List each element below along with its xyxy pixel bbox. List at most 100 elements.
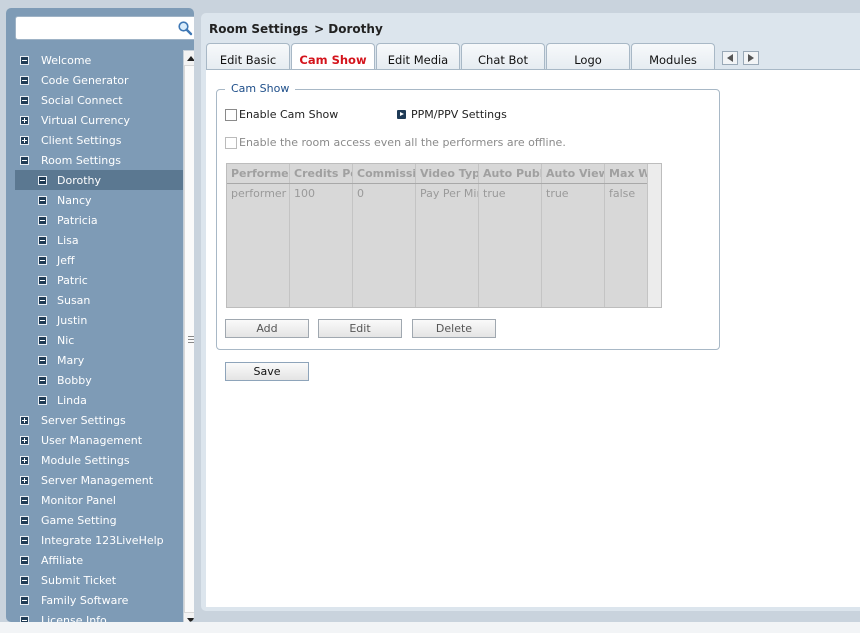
- search-input[interactable]: [20, 18, 170, 38]
- grid-cell[interactable]: true: [546, 187, 604, 200]
- ppm-ppv-settings-link[interactable]: PPM/PPV Settings: [397, 108, 507, 121]
- enable-cam-show-checkbox[interactable]: [225, 108, 237, 121]
- offline-access-label: Enable the room access even all the perf…: [239, 136, 566, 149]
- tab-scroll-left-button[interactable]: [722, 51, 738, 65]
- grid-scrollbar[interactable]: [647, 164, 661, 307]
- column-header[interactable]: Commissi: [353, 164, 416, 183]
- sidebar-item[interactable]: Monitor Panel: [15, 490, 183, 510]
- scroll-up-button[interactable]: [184, 51, 194, 65]
- expand-icon[interactable]: [20, 435, 29, 445]
- sidebar-item[interactable]: Family Software: [15, 590, 183, 610]
- tab[interactable]: Logo: [546, 43, 630, 69]
- sidebar-item[interactable]: Justin: [15, 310, 183, 330]
- save-button[interactable]: Save: [225, 362, 309, 381]
- sidebar-item[interactable]: Patric: [15, 270, 183, 290]
- collapse-icon[interactable]: [38, 195, 47, 205]
- sidebar-scrollbar[interactable]: [183, 50, 194, 622]
- add-button[interactable]: Add: [225, 319, 309, 338]
- column-header[interactable]: Performe: [227, 164, 290, 183]
- column-header[interactable]: Video Typ: [416, 164, 479, 183]
- sidebar-item-label: Module Settings: [41, 453, 130, 467]
- performers-grid[interactable]: Performe Credits Pe Commissi Video Typ Auto …: [226, 163, 662, 308]
- collapse-icon[interactable]: [20, 155, 29, 165]
- collapse-icon[interactable]: [38, 215, 47, 225]
- tab[interactable]: Edit Media: [376, 43, 460, 69]
- sidebar-item[interactable]: Module Settings: [15, 450, 183, 470]
- grid-cell[interactable]: Pay Per Mint: [420, 187, 478, 200]
- collapse-icon[interactable]: [38, 275, 47, 285]
- collapse-icon[interactable]: [20, 95, 29, 105]
- sidebar-item[interactable]: Room Settings: [15, 150, 183, 170]
- collapse-icon[interactable]: [38, 315, 47, 325]
- sidebar-item[interactable]: Welcome: [15, 50, 183, 70]
- grid-cell[interactable]: 100: [294, 187, 352, 200]
- breadcrumb-section[interactable]: Room Settings: [209, 22, 308, 36]
- collapse-icon[interactable]: [38, 255, 47, 265]
- column-header[interactable]: Credits Pe: [290, 164, 353, 183]
- delete-button[interactable]: Delete: [412, 319, 496, 338]
- sidebar-item[interactable]: Game Setting: [15, 510, 183, 530]
- sidebar-item[interactable]: Bobby: [15, 370, 183, 390]
- expand-icon[interactable]: [20, 415, 29, 425]
- collapse-icon[interactable]: [38, 335, 47, 345]
- scroll-down-button[interactable]: [184, 613, 194, 622]
- collapse-icon[interactable]: [20, 575, 29, 585]
- tab[interactable]: Chat Bot: [461, 43, 545, 69]
- sidebar-item[interactable]: Server Management: [15, 470, 183, 490]
- collapse-icon[interactable]: [20, 555, 29, 565]
- column-header[interactable]: Auto View: [542, 164, 605, 183]
- edit-button[interactable]: Edit: [318, 319, 402, 338]
- sidebar-item[interactable]: Nic: [15, 330, 183, 350]
- sidebar-item[interactable]: Virtual Currency: [15, 110, 183, 130]
- collapse-icon[interactable]: [20, 495, 29, 505]
- sidebar-item[interactable]: Nancy: [15, 190, 183, 210]
- sidebar-item[interactable]: Submit Ticket: [15, 570, 183, 590]
- expand-icon[interactable]: [20, 115, 29, 125]
- sidebar-item[interactable]: Mary: [15, 350, 183, 370]
- sidebar-item[interactable]: Integrate 123LiveHelp: [15, 530, 183, 550]
- collapse-icon[interactable]: [38, 235, 47, 245]
- grid-cell[interactable]: 0: [357, 187, 415, 200]
- collapse-icon[interactable]: [20, 515, 29, 525]
- column-header[interactable]: Auto Publ: [479, 164, 542, 183]
- sidebar-item[interactable]: Jeff: [15, 250, 183, 270]
- sidebar-item[interactable]: Linda: [15, 390, 183, 410]
- sidebar-item[interactable]: Lisa: [15, 230, 183, 250]
- tab-scroll-right-button[interactable]: [743, 51, 759, 65]
- expand-icon[interactable]: [20, 455, 29, 465]
- collapse-icon[interactable]: [20, 55, 29, 65]
- offline-access-checkbox[interactable]: [225, 136, 237, 149]
- collapse-icon[interactable]: [20, 535, 29, 545]
- sidebar-item[interactable]: Social Connect: [15, 90, 183, 110]
- sidebar-item[interactable]: Affiliate: [15, 550, 183, 570]
- expand-icon[interactable]: [20, 475, 29, 485]
- sidebar-item[interactable]: Client Settings: [15, 130, 183, 150]
- tab[interactable]: Cam Show: [291, 43, 375, 70]
- collapse-icon[interactable]: [20, 75, 29, 85]
- tab[interactable]: Modules: [631, 43, 715, 69]
- collapse-icon[interactable]: [38, 175, 47, 185]
- expand-icon[interactable]: [20, 135, 29, 145]
- sidebar-item-label: Monitor Panel: [41, 493, 116, 507]
- grid-cell[interactable]: performer: [231, 187, 289, 200]
- search-box[interactable]: [15, 16, 194, 40]
- sidebar-item[interactable]: Susan: [15, 290, 183, 310]
- sidebar-item[interactable]: Server Settings: [15, 410, 183, 430]
- tab[interactable]: Edit Basic: [206, 43, 290, 69]
- sidebar-item[interactable]: Code Generator: [15, 70, 183, 90]
- search-icon[interactable]: [177, 20, 193, 36]
- collapse-icon[interactable]: [38, 375, 47, 385]
- sidebar-item-label: Patric: [57, 273, 88, 287]
- collapse-icon[interactable]: [38, 355, 47, 365]
- sidebar-item-label: Lisa: [57, 233, 79, 247]
- sidebar-item[interactable]: Patricia: [15, 210, 183, 230]
- sidebar-item[interactable]: Dorothy: [15, 170, 183, 190]
- sidebar-item[interactable]: License Info: [15, 610, 183, 622]
- sidebar-item[interactable]: User Management: [15, 430, 183, 450]
- collapse-icon[interactable]: [38, 395, 47, 405]
- grid-cell[interactable]: true: [483, 187, 541, 200]
- collapse-icon[interactable]: [20, 615, 29, 622]
- collapse-icon[interactable]: [20, 595, 29, 605]
- scroll-thumb[interactable]: [184, 65, 194, 613]
- collapse-icon[interactable]: [38, 295, 47, 305]
